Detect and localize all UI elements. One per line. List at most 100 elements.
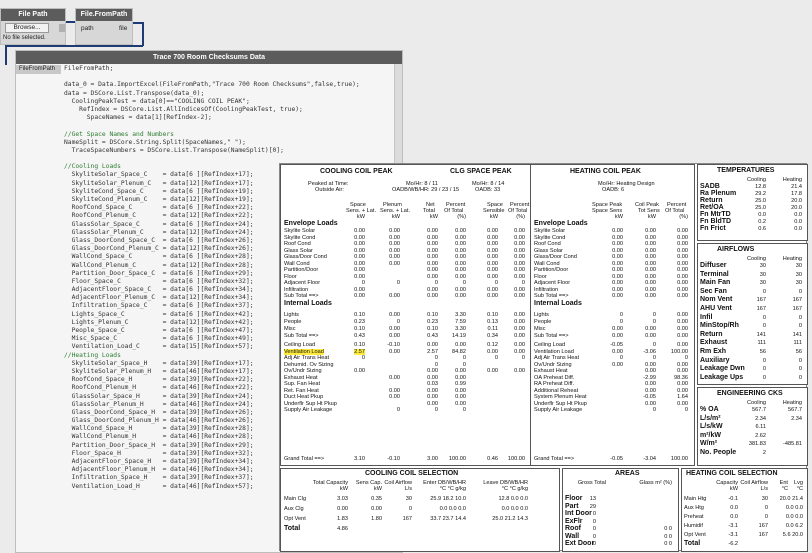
row-value: 0.00 bbox=[427, 400, 438, 407]
row-value: 0.00 bbox=[389, 333, 400, 339]
row-value: 0 bbox=[652, 312, 656, 318]
row-value: 0.00 bbox=[677, 333, 688, 339]
row-label: Humidif bbox=[684, 523, 703, 529]
row-value: 0 bbox=[798, 314, 802, 321]
file-frompath-node[interactable]: File.FromPath path file bbox=[75, 8, 133, 45]
row-value: 0.00 bbox=[455, 394, 466, 400]
row-value: 0 bbox=[434, 355, 438, 361]
report-text: kW bbox=[373, 486, 382, 492]
row-value: 0 bbox=[462, 355, 466, 361]
row-value: 12.8 0.0 0.0 bbox=[498, 496, 528, 502]
row-value: -3.1 bbox=[728, 523, 738, 529]
row-value: 0.00 bbox=[677, 312, 688, 318]
row-label: Exhaust Heat bbox=[284, 374, 318, 381]
browse-button[interactable]: Browse... bbox=[5, 23, 49, 33]
row-value: -0.05 bbox=[610, 342, 623, 348]
row-label: Lights bbox=[284, 312, 299, 318]
row-value: 7.59 bbox=[455, 319, 466, 325]
row-value: 100.00 bbox=[670, 456, 688, 462]
row-value: 0.00 bbox=[354, 260, 365, 267]
row-value: 0.00 bbox=[354, 241, 365, 247]
row-value: 0 bbox=[434, 361, 438, 368]
output-port[interactable] bbox=[59, 24, 65, 32]
report-text: Cooling bbox=[747, 256, 766, 262]
row-value: -485.81 bbox=[783, 441, 802, 448]
file-path-node[interactable]: File Path Browse... No file selected. bbox=[0, 8, 66, 45]
row-value: 0.00 bbox=[455, 368, 466, 374]
row-label: Partition/Door bbox=[534, 267, 569, 273]
row-label: Dehumid. Ov Sizing bbox=[284, 361, 334, 368]
row-value: -2.99 bbox=[643, 374, 656, 381]
row-value: 0 0 bbox=[664, 526, 672, 532]
row-value: 0.0 0.0 0.0 bbox=[501, 506, 528, 512]
row-value: 0.00 bbox=[455, 254, 466, 260]
wire bbox=[5, 45, 143, 47]
row-value: 0.34 bbox=[487, 333, 498, 339]
row-value: 2.57 bbox=[427, 348, 438, 355]
row-value: 0 bbox=[361, 280, 365, 286]
row-label: AHU Vent bbox=[700, 305, 732, 312]
row-value: 0.00 bbox=[427, 293, 438, 299]
row-value: 0.99 bbox=[455, 381, 466, 387]
row-label: W/m² bbox=[700, 440, 718, 448]
row-value: 12.8 bbox=[755, 184, 766, 190]
row-value: 0.0 0.0 bbox=[785, 505, 803, 511]
row-label: Glass Solar bbox=[284, 247, 313, 254]
row-value: 0.43 bbox=[427, 333, 438, 339]
row-value: 0 bbox=[762, 323, 766, 330]
row-label: Skylite Cond bbox=[284, 234, 316, 241]
report-text: °C °C g/kg bbox=[501, 486, 528, 492]
row-value: 21.4 bbox=[791, 184, 802, 190]
row-value: 0.00 bbox=[354, 228, 365, 234]
row-label: Ext Door bbox=[565, 540, 595, 547]
row-value: 0 bbox=[798, 323, 802, 330]
code-line: //Get Space Names and Numbers bbox=[64, 130, 174, 138]
row-label: Ventilation Load bbox=[284, 348, 324, 355]
row-value: 30 bbox=[759, 263, 766, 269]
row-value: 0.00 bbox=[645, 387, 656, 394]
row-value: -0.05 bbox=[610, 456, 623, 462]
row-value: 0.12 bbox=[487, 342, 498, 348]
row-label: Ret. Fan Heat bbox=[284, 387, 319, 394]
row-value: 0.43 bbox=[354, 333, 365, 339]
row-value: 0.00 bbox=[427, 254, 438, 260]
row-label: ExFlr bbox=[565, 517, 583, 525]
row-value: 0 bbox=[764, 505, 768, 511]
input-port-fromfilepath[interactable]: FileFromPath bbox=[16, 65, 61, 74]
row-value: 0.00 bbox=[514, 368, 525, 374]
row-value: 0.0 6.2 bbox=[785, 523, 803, 529]
row-label: Glass/Door Cond bbox=[534, 254, 577, 260]
row-value: 0.10 bbox=[354, 342, 365, 348]
row-value: 1.80 bbox=[371, 516, 382, 522]
row-label: Ov/Undr Sizing bbox=[534, 361, 572, 368]
row-value: 100.00 bbox=[670, 348, 688, 355]
row-label: Sup. Fan Heat bbox=[284, 381, 321, 387]
row-value: 13 bbox=[589, 496, 596, 502]
row-label: Exhaust bbox=[700, 339, 728, 347]
row-label: Main Clg bbox=[284, 496, 307, 502]
path-input-port[interactable]: path bbox=[81, 25, 94, 32]
row-value: 0.00 bbox=[389, 234, 400, 241]
row-value: 0.00 bbox=[514, 254, 525, 260]
row-value: 0 bbox=[592, 541, 596, 547]
row-label: Sub Total ==> bbox=[284, 333, 319, 339]
row-value: 0.6 bbox=[758, 226, 766, 232]
row-value: 0 bbox=[494, 355, 498, 361]
row-label: Ceiling Load bbox=[284, 342, 316, 348]
row-value: 0 bbox=[396, 319, 400, 325]
section-label: Internal Loads bbox=[534, 300, 582, 307]
row-value: 0 bbox=[462, 361, 466, 368]
file-output-port[interactable]: file bbox=[119, 25, 127, 32]
row-value: 0.00 bbox=[612, 267, 623, 273]
row-value: 0.00 bbox=[427, 374, 438, 381]
row-label: Wall Cond bbox=[284, 260, 310, 267]
row-label: Floor bbox=[565, 495, 583, 502]
row-value: 0.0 bbox=[730, 505, 738, 511]
row-value: 167 bbox=[758, 523, 768, 529]
row-label: Adj Air Trans Heat bbox=[284, 355, 330, 361]
row-label: Supply Air Leakage bbox=[534, 407, 583, 413]
report-text: kW bbox=[614, 214, 623, 220]
row-value: 0.00 bbox=[514, 247, 525, 254]
row-label: Exhaust Heat bbox=[534, 368, 568, 374]
